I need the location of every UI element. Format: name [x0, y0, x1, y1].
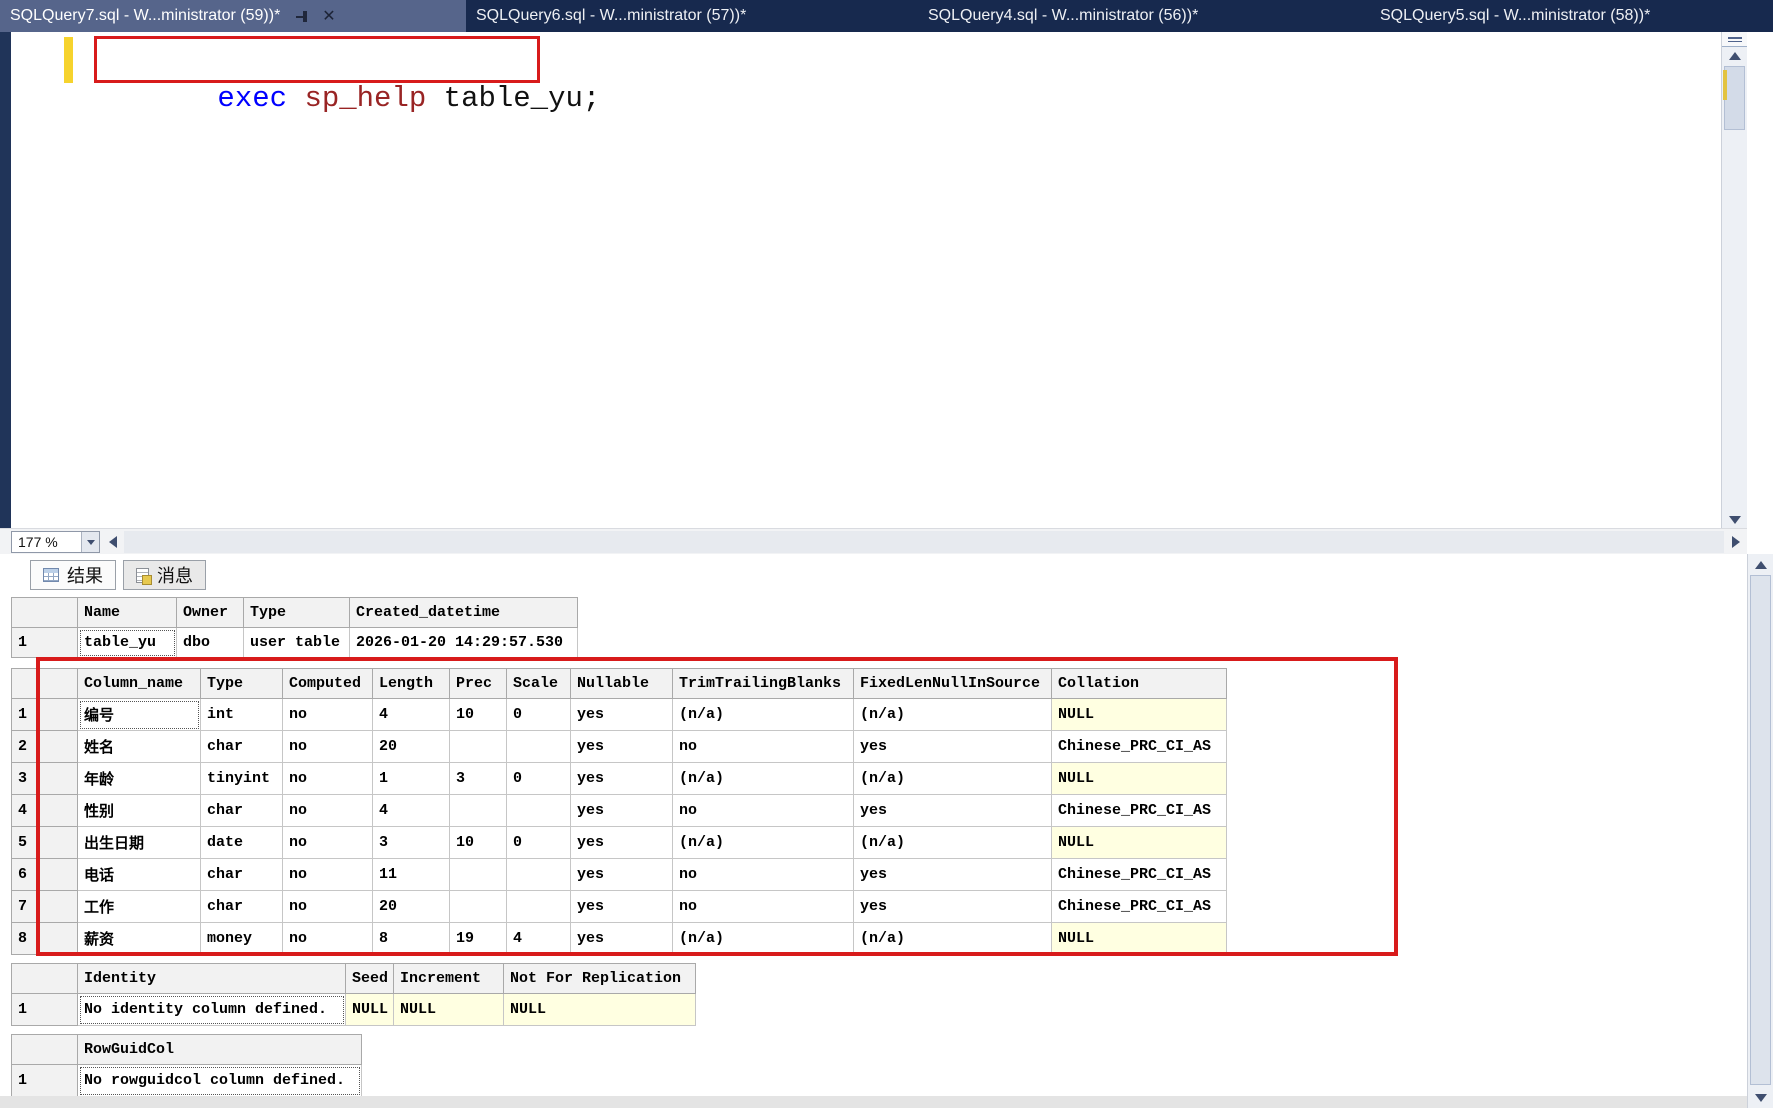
grid-cell[interactable]: 2026-01-20 14:29:57.530: [349, 627, 578, 658]
right-arrow-icon: [1732, 536, 1740, 548]
grid-header-cell[interactable]: Type: [243, 597, 350, 628]
sql-keyword-token: exec: [217, 82, 305, 115]
grid-cell[interactable]: No rowguidcol column defined.: [77, 1064, 362, 1097]
sql-sysproc-token: sp_help: [304, 82, 444, 115]
tab-sqlquery4[interactable]: SQLQuery4.sql - W...ministrator (56))*: [918, 0, 1370, 32]
editor-hscroll-row: 177 %: [0, 528, 1747, 554]
results-vertical-scrollbar[interactable]: [1747, 554, 1773, 1108]
tab-label: SQLQuery4.sql - W...ministrator (56))*: [928, 7, 1199, 24]
row-number-cell[interactable]: 1: [11, 1064, 78, 1097]
results-pane: 结果 消息 Name Owner Type Created_datetime 1 tabl…: [0, 554, 1747, 1108]
split-handle-glyph: [1727, 36, 1742, 42]
row-number-cell[interactable]: 1: [11, 993, 78, 1026]
results-tab-label: 结果: [67, 566, 103, 586]
grid-cell[interactable]: table_yu: [77, 627, 177, 658]
grid-header-cell[interactable]: Increment: [393, 963, 504, 994]
pin-icon[interactable]: [296, 10, 308, 22]
code-editor[interactable]: exec sp_help table_yu;: [0, 32, 1747, 528]
grid-header-row: Identity Seed Increment Not For Replication: [11, 963, 696, 994]
grid-cell[interactable]: NULL: [503, 993, 696, 1026]
messages-icon: [136, 567, 152, 585]
scroll-up-button[interactable]: [1748, 556, 1773, 573]
up-arrow-icon: [1728, 51, 1741, 60]
tab-label: SQLQuery5.sql - W...ministrator (58))*: [1380, 7, 1651, 24]
document-tab-bar: SQLQuery7.sql - W...ministrator (59))* ✕…: [0, 0, 1773, 32]
scrollbar-thumb[interactable]: [1750, 575, 1771, 1085]
grid-header-row: RowGuidCol: [11, 1034, 362, 1065]
tab-label: SQLQuery6.sql - W...ministrator (57))*: [476, 7, 747, 24]
scrollbar-thumb[interactable]: [1724, 66, 1745, 130]
hscroll-right-button[interactable]: [1727, 531, 1745, 553]
down-arrow-icon: [1728, 515, 1741, 524]
grid-cell[interactable]: dbo: [176, 627, 244, 658]
grid-row: 1 No rowguidcol column defined.: [11, 1064, 362, 1097]
left-arrow-icon: [109, 536, 117, 548]
ssms-window: SQLQuery7.sql - W...ministrator (59))* ✕…: [0, 0, 1773, 1108]
grid-cell[interactable]: user table: [243, 627, 350, 658]
messages-tab-label: 消息: [157, 566, 193, 586]
grid-header-cell[interactable]: Identity: [77, 963, 346, 994]
grid-header-cell[interactable]: Seed: [345, 963, 394, 994]
hscroll-left-button[interactable]: [104, 531, 122, 553]
tab-sqlquery5[interactable]: SQLQuery5.sql - W...ministrator (58))*: [1370, 0, 1773, 32]
results-grid-icon: [43, 568, 59, 582]
row-number-cell[interactable]: 1: [11, 627, 78, 658]
annotation-rectangle-code: [94, 36, 540, 83]
hscroll-track[interactable]: [124, 531, 1724, 553]
zoom-dropdown-button[interactable]: [81, 532, 99, 552]
grid-corner-cell[interactable]: [11, 1034, 78, 1065]
grid-header-cell[interactable]: Owner: [176, 597, 244, 628]
tab-label: SQLQuery7.sql - W...ministrator (59))*: [10, 7, 281, 24]
grid-header-cell[interactable]: Not For Replication: [503, 963, 696, 994]
sql-identifier-token: table_yu;: [443, 82, 601, 115]
scroll-down-button[interactable]: [1748, 1089, 1773, 1106]
grid-header-cell[interactable]: RowGuidCol: [77, 1034, 362, 1065]
results-tab-bar: 结果 消息: [30, 560, 213, 590]
editor-split-handle-icon[interactable]: [1722, 32, 1747, 47]
tab-messages[interactable]: 消息: [123, 560, 206, 590]
down-arrow-icon: [1754, 1093, 1767, 1102]
change-marker: [1723, 70, 1727, 100]
chevron-down-icon: [86, 539, 95, 545]
grid-header-row: Name Owner Type Created_datetime: [11, 597, 578, 628]
tab-results[interactable]: 结果: [30, 560, 116, 590]
grid-corner-cell[interactable]: [11, 597, 78, 628]
grid-row: 1 table_yu dbo user table 2026-01-20 14:29:5…: [11, 627, 578, 658]
result-grid-3: Identity Seed Increment Not For Replication…: [11, 963, 696, 1026]
zoom-control[interactable]: 177 %: [11, 531, 100, 553]
zoom-value: 177 %: [18, 534, 58, 550]
changed-lines-indicator: [64, 37, 73, 83]
up-arrow-icon: [1754, 560, 1767, 569]
close-icon[interactable]: ✕: [322, 6, 335, 26]
result-grid-4: RowGuidCol 1 No rowguidcol column defined.: [11, 1034, 362, 1097]
editor-vertical-scrollbar[interactable]: [1721, 32, 1747, 528]
grid-cell[interactable]: NULL: [345, 993, 394, 1026]
grid-header-cell[interactable]: Created_datetime: [349, 597, 578, 628]
results-bottom-scrollbar-track[interactable]: [0, 1096, 1747, 1108]
grid-cell[interactable]: No identity column defined.: [77, 993, 346, 1026]
grid-corner-cell[interactable]: [11, 963, 78, 994]
grid-row: 1 No identity column defined. NULL NULL NULL: [11, 993, 696, 1026]
annotation-rectangle-grid: [36, 657, 1398, 956]
editor-margin: [0, 32, 11, 528]
grid-header-cell[interactable]: Name: [77, 597, 177, 628]
grid-cell[interactable]: NULL: [393, 993, 504, 1026]
scroll-up-button[interactable]: [1722, 47, 1747, 64]
tab-sqlquery7[interactable]: SQLQuery7.sql - W...ministrator (59))* ✕: [0, 0, 466, 32]
scroll-down-button[interactable]: [1722, 511, 1747, 528]
tab-sqlquery6[interactable]: SQLQuery6.sql - W...ministrator (57))*: [466, 0, 918, 32]
result-grid-1: Name Owner Type Created_datetime 1 table_yu db…: [11, 597, 578, 658]
